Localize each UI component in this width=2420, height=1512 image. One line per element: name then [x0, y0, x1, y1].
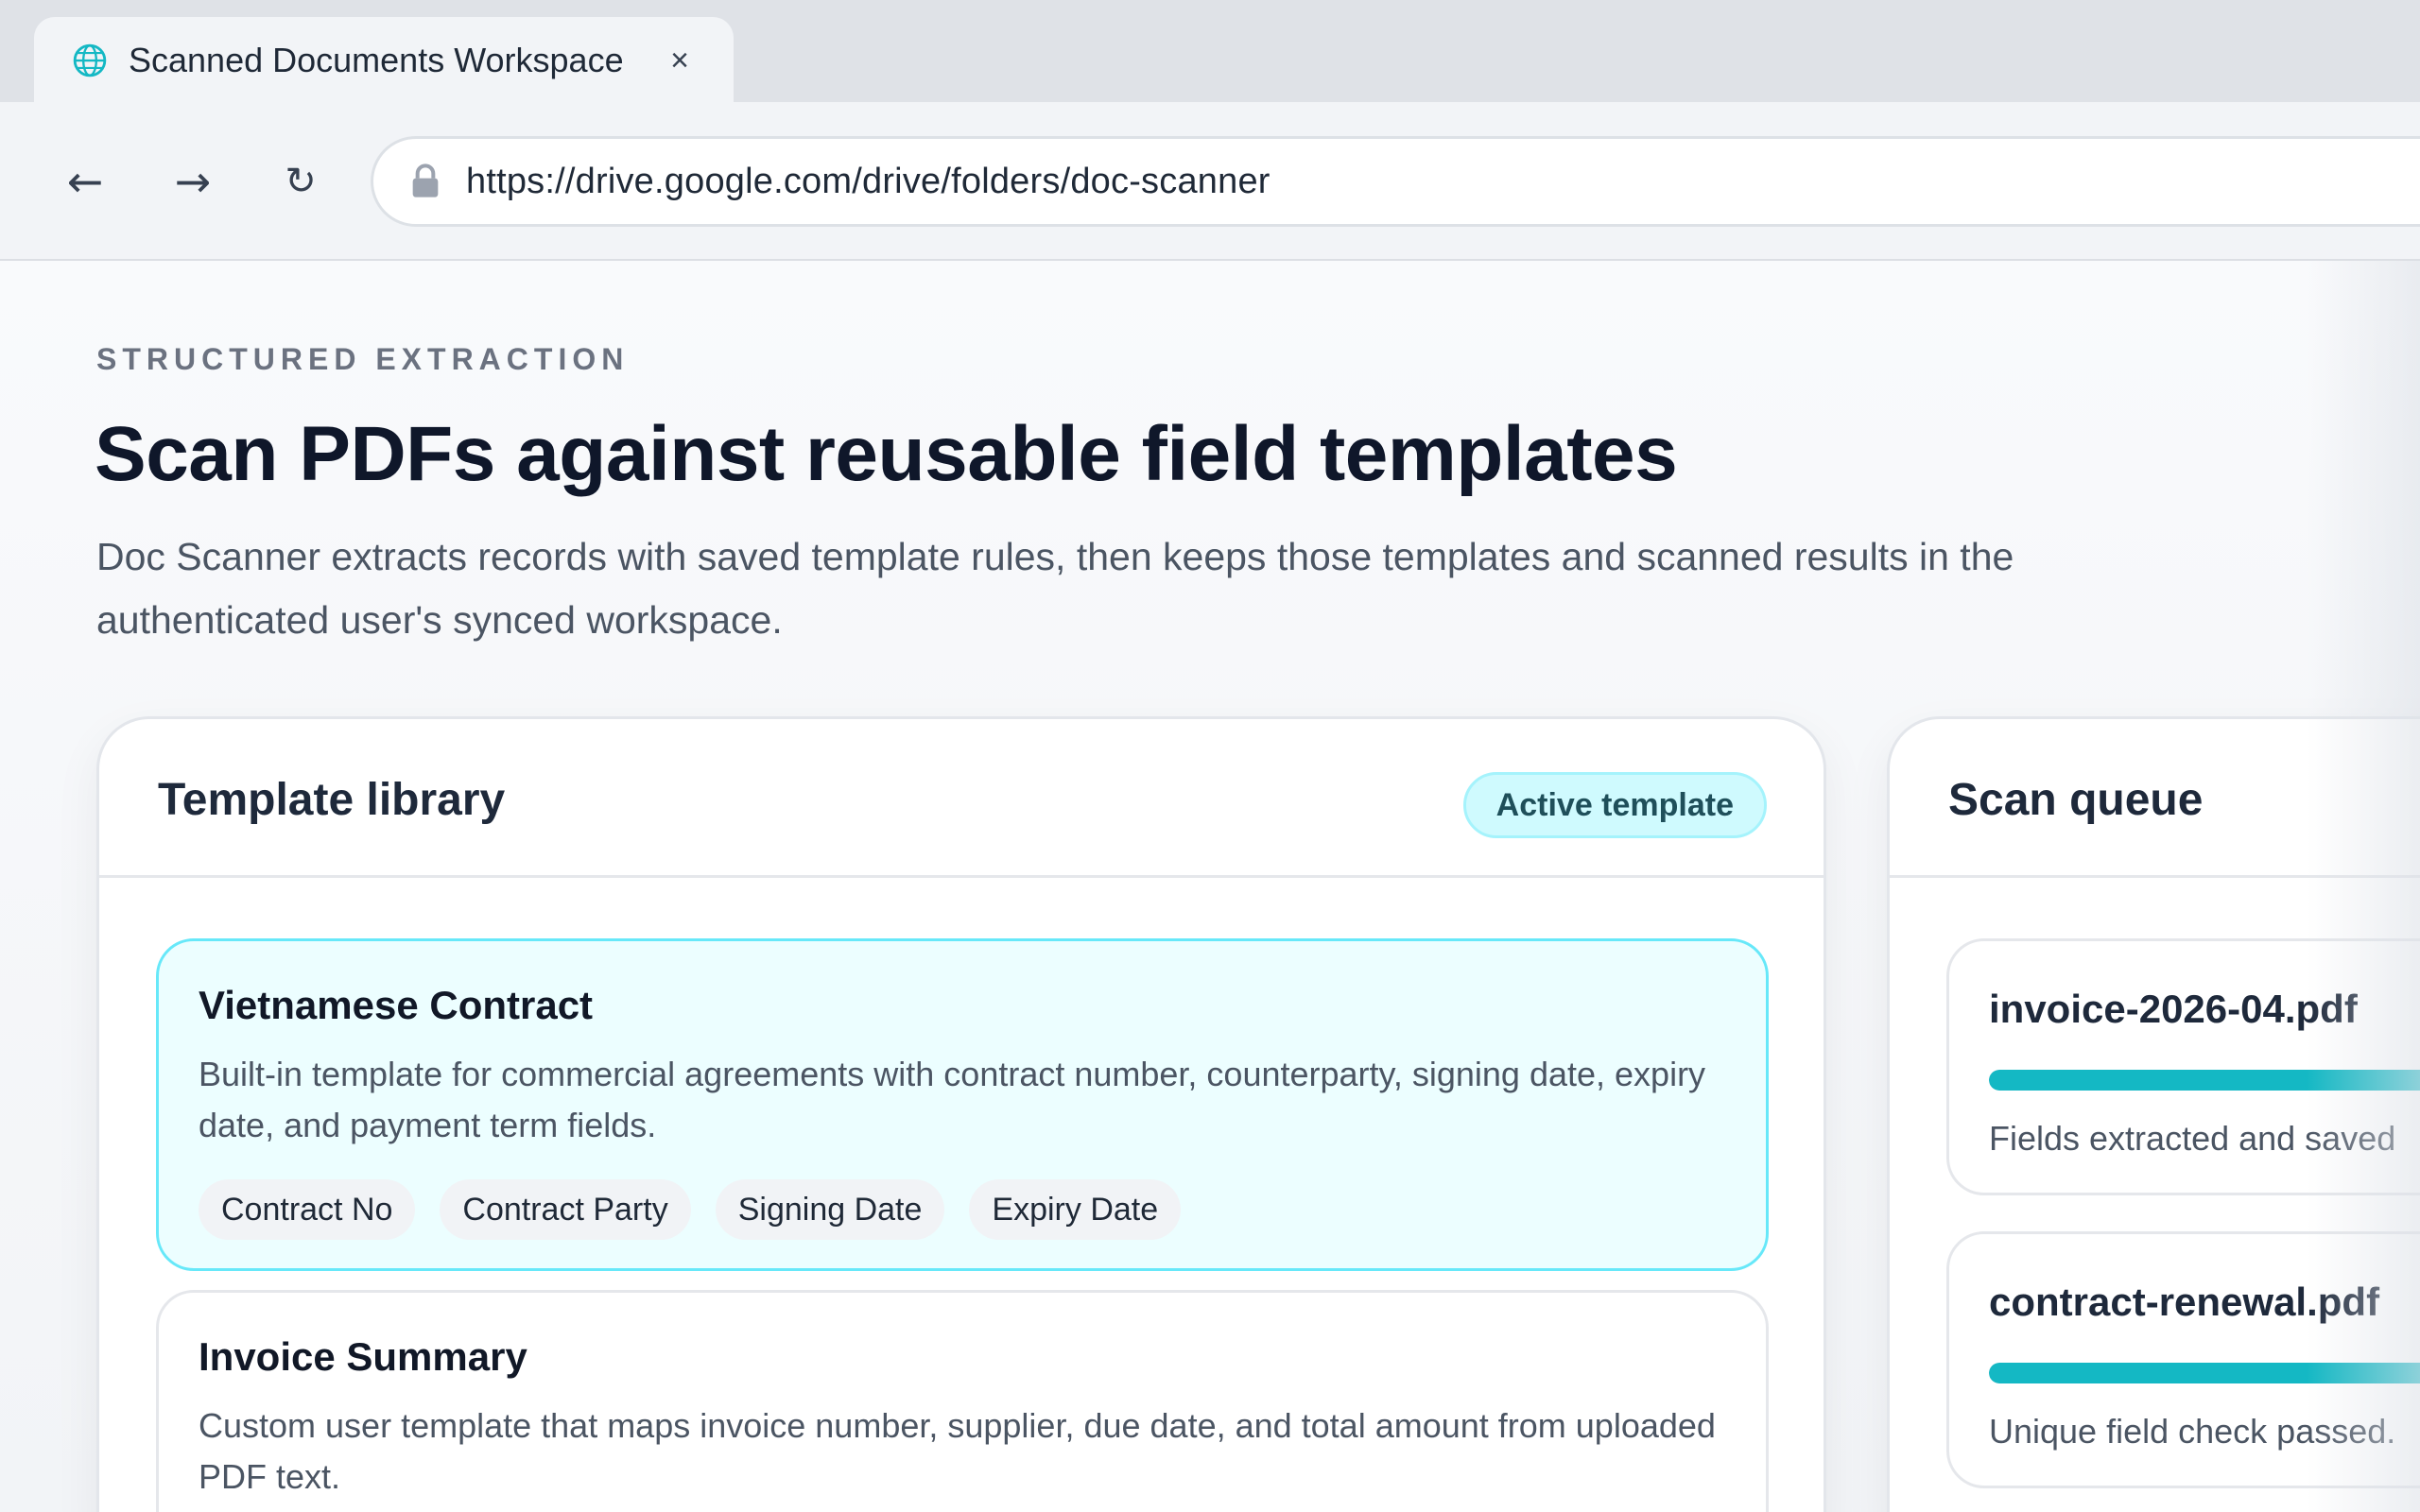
template-library-header: Template library Active template: [99, 719, 1824, 878]
field-chip-contract-no: Contract No: [199, 1179, 416, 1240]
section-eyebrow: STRUCTURED EXTRACTION: [96, 342, 630, 376]
scan-queue-title: Scan queue: [1948, 775, 2204, 825]
queue-progress-fill: [1989, 1070, 2420, 1091]
field-chip-expiry-date: Expiry Date: [969, 1179, 1182, 1240]
address-url: https://drive.google.com/drive/folders/d…: [466, 161, 1270, 201]
browser-tab-strip: Scanned Documents Workspace ×: [0, 0, 2420, 104]
template-name: Invoice Summary: [199, 1334, 527, 1379]
page-description: Doc Scanner extracts records with saved …: [96, 535, 2014, 642]
queue-status: Fields extracted and saved: [1989, 1119, 2396, 1158]
field-chip-contract-party: Contract Party: [440, 1179, 691, 1240]
template-card-vietnamese-contract[interactable]: Vietnamese Contract Built-in template fo…: [156, 938, 1769, 1271]
lock-icon: [412, 163, 439, 198]
queue-progress-fill: [1989, 1363, 2420, 1383]
queue-status: Unique field check passed.: [1989, 1412, 2396, 1451]
template-card-invoice-summary[interactable]: Invoice Summary Custom user template tha…: [156, 1290, 1769, 1512]
address-bar[interactable]: https://drive.google.com/drive/folders/d…: [371, 136, 2420, 227]
template-library-title: Template library: [158, 775, 506, 825]
active-template-badge: Active template: [1462, 772, 1767, 838]
template-description: Custom user template that maps invoice n…: [199, 1406, 1716, 1496]
scan-queue-panel: Scan queue invoice-2026-04.pdf Fields ex…: [1887, 716, 2420, 1512]
globe-icon: [73, 43, 107, 77]
template-field-chips: Contract No Contract Party Signing Date …: [199, 1179, 1726, 1240]
queue-progress-bar: [1989, 1070, 2420, 1091]
reload-icon[interactable]: ↻: [267, 147, 335, 215]
queue-file-name: contract-renewal.pdf: [1989, 1280, 2380, 1324]
page-title: Scan PDFs against reusable field templat…: [95, 411, 1678, 497]
queue-progress-bar: [1989, 1363, 2420, 1383]
tab-title: Scanned Documents Workspace: [129, 41, 624, 79]
page-content: STRUCTURED EXTRACTION Scan PDFs against …: [0, 261, 2420, 1512]
queue-item[interactable]: invoice-2026-04.pdf Fields extracted and…: [1946, 938, 2420, 1195]
queue-item[interactable]: contract-renewal.pdf Unique field check …: [1946, 1231, 2420, 1488]
queue-file-name: invoice-2026-04.pdf: [1989, 987, 2358, 1031]
template-library-panel: Template library Active template Vietnam…: [96, 716, 1826, 1512]
field-chip-signing-date: Signing Date: [715, 1179, 945, 1240]
scan-queue-header: Scan queue: [1890, 719, 2420, 878]
close-icon[interactable]: ×: [664, 44, 696, 77]
browser-tab-active[interactable]: Scanned Documents Workspace ×: [34, 17, 734, 104]
forward-arrow-icon[interactable]: →: [159, 147, 227, 215]
browser-toolbar: ← → ↻ https://drive.google.com/drive/fol…: [0, 102, 2420, 261]
template-description: Built-in template for commercial agreeme…: [199, 1055, 1706, 1144]
back-arrow-icon[interactable]: ←: [51, 147, 119, 215]
template-name: Vietnamese Contract: [199, 983, 594, 1027]
